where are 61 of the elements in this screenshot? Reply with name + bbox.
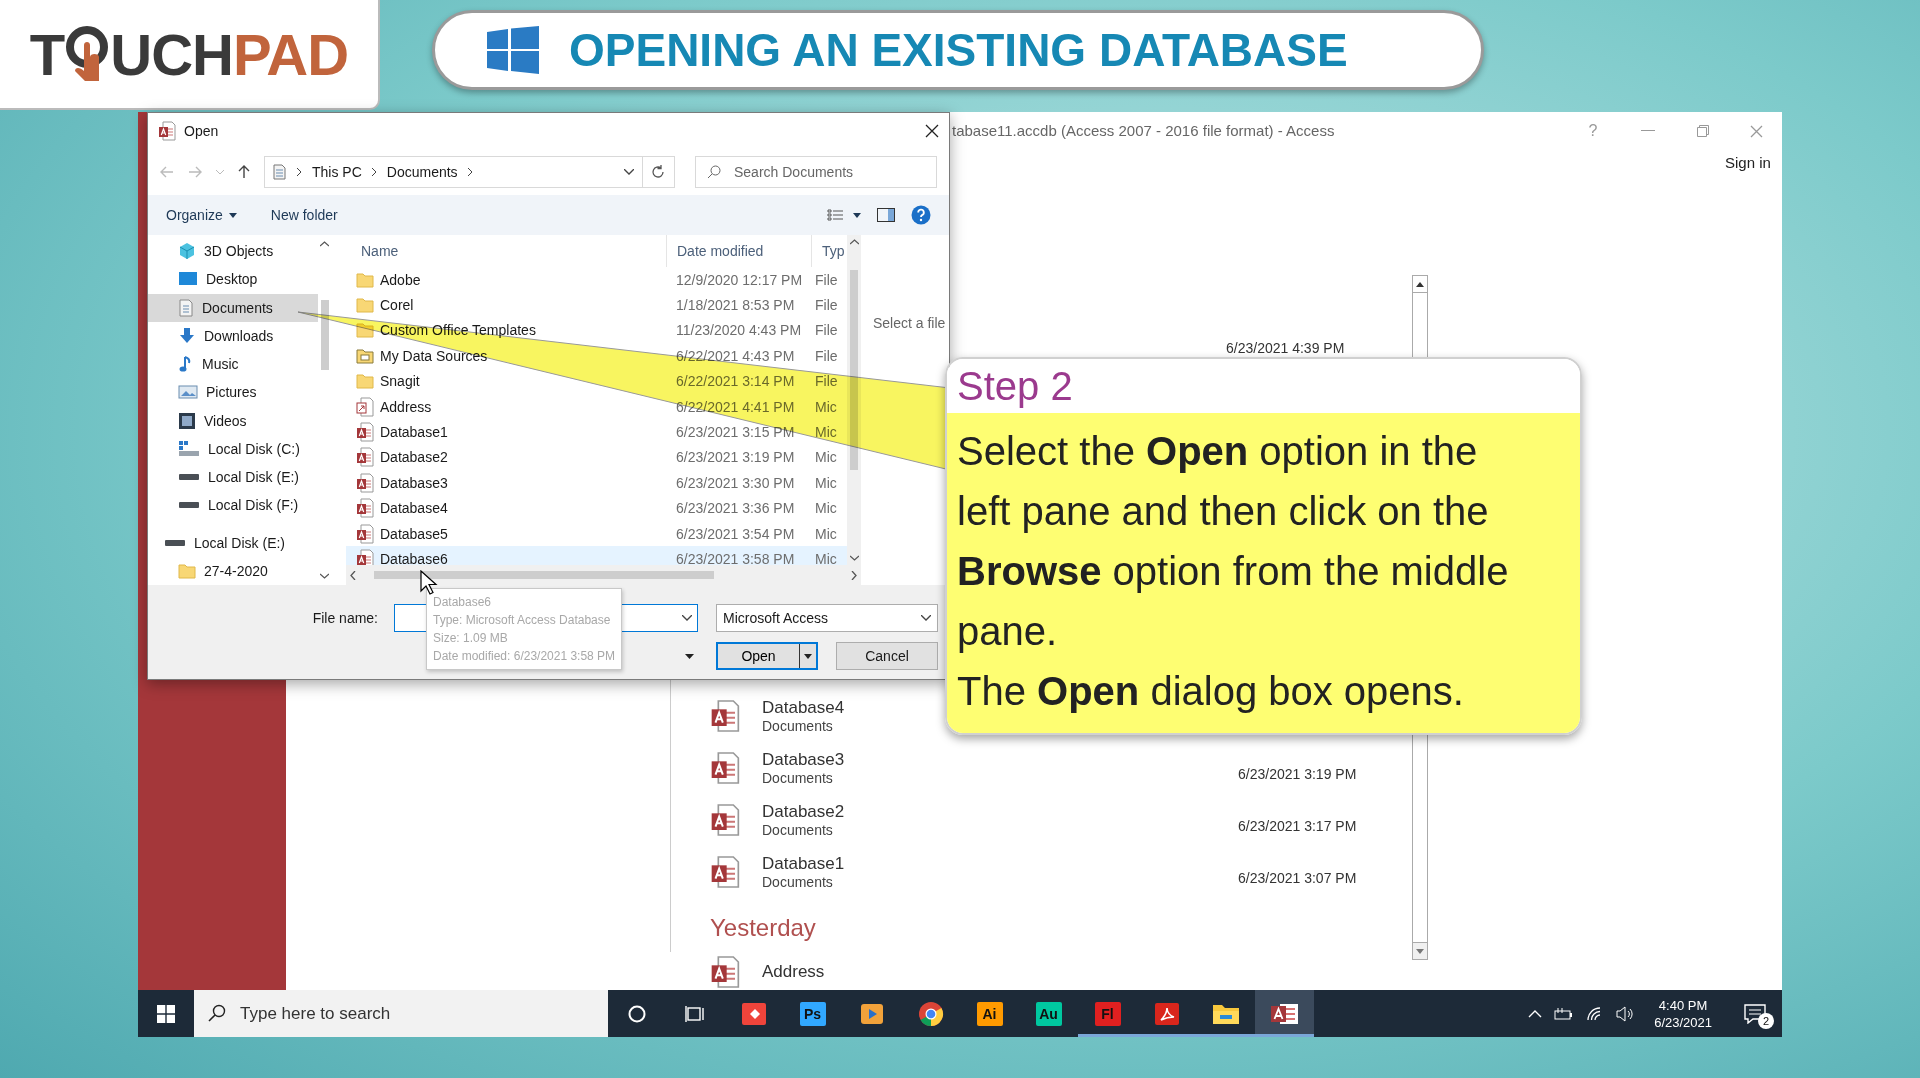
type-text: File bbox=[814, 322, 839, 339]
logo: T UCHPAD bbox=[0, 0, 380, 110]
file-name: Database2 bbox=[380, 449, 448, 466]
file-name: My Data Sources bbox=[380, 347, 488, 364]
tooltip-line: Type: Microsoft Access Database bbox=[433, 612, 612, 629]
file-location: Documents bbox=[762, 770, 833, 786]
file-name: Database5 bbox=[380, 525, 448, 542]
date-text: 6/23/2021 3:17 PM bbox=[1238, 817, 1358, 834]
tooltip-line: Size: 1.09 MB bbox=[433, 630, 509, 647]
file-name: Database4 bbox=[380, 500, 448, 517]
app-badge-icon: Au bbox=[1035, 1001, 1062, 1026]
date-text: 6/23/2021 3:19 PM bbox=[1238, 765, 1358, 782]
date-text: 6/23/2021 4:39 PM bbox=[1226, 340, 1345, 356]
dialog-title: Open bbox=[184, 123, 220, 139]
type-text: Mic bbox=[814, 398, 838, 415]
type-text: File bbox=[814, 347, 839, 364]
type-text: Mic bbox=[814, 551, 838, 565]
type-text: Mic bbox=[814, 500, 838, 517]
file-name: Address bbox=[380, 398, 432, 415]
date-text: 6/22/2021 3:14 PM bbox=[675, 373, 796, 390]
file-name: Adobe bbox=[380, 271, 421, 288]
tooltip-line: Database6 bbox=[433, 594, 493, 611]
file-name: Database1 bbox=[380, 424, 448, 441]
app-badge-icon: Ai bbox=[976, 1001, 1003, 1026]
type-text: Mic bbox=[814, 474, 838, 491]
file-location: Documents bbox=[762, 874, 833, 890]
date-text: 6/22/2021 4:43 PM bbox=[675, 347, 796, 364]
type-text: Mic bbox=[814, 525, 838, 542]
type-text: Mic bbox=[814, 449, 838, 466]
type-text: File bbox=[814, 271, 839, 288]
date-text: 6/23/2021 3:54 PM bbox=[675, 525, 796, 542]
window-title: tabase11.accdb (Access 2007 - 2016 file format) - Access bbox=[952, 122, 1335, 139]
file-location: Documents bbox=[762, 822, 833, 838]
preview-hint: Select a file bbox=[873, 315, 946, 331]
date-text: 6/23/2021 3:07 PM bbox=[1238, 869, 1358, 886]
type-text: File bbox=[814, 297, 839, 314]
group-heading: Yesterday bbox=[710, 913, 817, 943]
file-name: Database6 bbox=[380, 551, 448, 565]
page-title: OPENING AN EXISTING DATABASE bbox=[569, 23, 1348, 77]
date-text: 1/18/2021 8:53 PM bbox=[675, 297, 796, 314]
step-title: Step 2 bbox=[957, 363, 1073, 409]
instruction-text: The Open dialog box opens. bbox=[957, 668, 1465, 715]
date-text: 6/23/2021 3:19 PM bbox=[675, 449, 796, 466]
file-name: Corel bbox=[380, 297, 414, 314]
app-badge-icon: Ps bbox=[799, 1001, 826, 1026]
type-text: Mic bbox=[814, 424, 838, 441]
file-name: Database3 bbox=[380, 474, 448, 491]
notification-count: 2 bbox=[1758, 1012, 1774, 1029]
app-badge-icon: Fl bbox=[1094, 1001, 1121, 1026]
instruction-text: Select the Open option in the left pane and then click on the Browse option from the middle pane. bbox=[957, 428, 1510, 655]
tooltip-line: Date modified: 6/23/2021 3:58 PM bbox=[433, 648, 616, 665]
file-name: Snagit bbox=[380, 373, 420, 390]
date-text: 12/9/2020 12:17 PM bbox=[675, 271, 804, 288]
field-label: File name: bbox=[312, 610, 378, 626]
file-location: Documents bbox=[762, 718, 833, 734]
type-text: File bbox=[814, 373, 839, 390]
date-text: 6/22/2021 4:41 PM bbox=[675, 398, 796, 415]
date-text: 6/23/2021 3:30 PM bbox=[675, 474, 796, 491]
date-text: 6/23/2021 3:58 PM bbox=[675, 551, 796, 565]
date-text: 11/23/2020 4:43 PM bbox=[675, 322, 803, 339]
date-text: 6/23/2021 3:36 PM bbox=[675, 500, 796, 517]
